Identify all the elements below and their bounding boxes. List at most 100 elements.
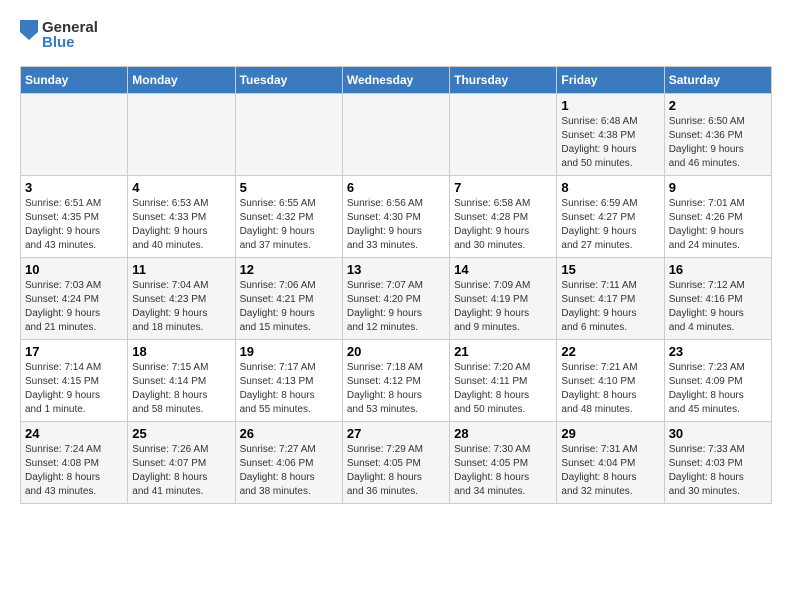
day-number: 11 [132, 262, 230, 277]
calendar-cell: 9Sunrise: 7:01 AM Sunset: 4:26 PM Daylig… [664, 176, 771, 258]
day-number: 21 [454, 344, 552, 359]
day-number: 30 [669, 426, 767, 441]
calendar-cell: 24 Sunrise: 7:24 AM Sunset: 4:08 PM Dayli… [21, 422, 128, 504]
day-info: Sunrise: 7:11 AM Sunset: 4:17 PM Dayligh… [561, 279, 659, 335]
column-header-friday: Friday [557, 67, 664, 94]
calendar-week-row: 1 Sunrise: 6:48 AM Sunset: 4:38 PM Daylig… [21, 94, 772, 176]
day-number: 18 [132, 344, 230, 359]
day-info: Sunrise: 7:23 AM Sunset: 4:09 PM Dayligh… [669, 361, 767, 417]
day-info: Sunrise: 7:33 AM Sunset: 4:03 PM Dayligh… [669, 443, 767, 499]
day-info: Sunrise: 7:24 AM Sunset: 4:08 PM Dayligh… [25, 443, 123, 499]
day-number: 26 [240, 426, 338, 441]
calendar-cell: 4Sunrise: 6:53 AM Sunset: 4:33 PM Daylig… [128, 176, 235, 258]
calendar-cell: 28 Sunrise: 7:30 AM Sunset: 4:05 PM Dayli… [450, 422, 557, 504]
calendar-cell: 16 Sunrise: 7:12 AM Sunset: 4:16 PM Dayli… [664, 258, 771, 340]
day-number: 13 [347, 262, 445, 277]
calendar-cell: 14Sunrise: 7:09 AM Sunset: 4:19 PM Dayli… [450, 258, 557, 340]
calendar-cell: 1 Sunrise: 6:48 AM Sunset: 4:38 PM Daylig… [557, 94, 664, 176]
day-info: Sunrise: 7:12 AM Sunset: 4:16 PM Dayligh… [669, 279, 767, 335]
day-number: 6 [347, 180, 445, 195]
day-number: 15 [561, 262, 659, 277]
calendar-cell: 12 Sunrise: 7:06 AM Sunset: 4:21 PM Dayli… [235, 258, 342, 340]
calendar-week-row: 3 Sunrise: 6:51 AM Sunset: 4:35 PM Daylig… [21, 176, 772, 258]
day-number: 16 [669, 262, 767, 277]
day-info: Sunrise: 6:48 AM Sunset: 4:38 PM Dayligh… [561, 115, 659, 171]
day-info: Sunrise: 7:21 AM Sunset: 4:10 PM Dayligh… [561, 361, 659, 417]
day-number: 29 [561, 426, 659, 441]
day-info: Sunrise: 7:07 AM Sunset: 4:20 PM Dayligh… [347, 279, 445, 335]
day-info: Sunrise: 6:59 AM Sunset: 4:27 PM Dayligh… [561, 197, 659, 253]
logo: GeneralBlue [20, 20, 98, 50]
calendar-cell [342, 94, 449, 176]
day-number: 24 [25, 426, 123, 441]
day-info: Sunrise: 7:20 AM Sunset: 4:11 PM Dayligh… [454, 361, 552, 417]
day-number: 14 [454, 262, 552, 277]
column-header-sunday: Sunday [21, 67, 128, 94]
day-number: 8 [561, 180, 659, 195]
day-info: Sunrise: 7:14 AM Sunset: 4:15 PM Dayligh… [25, 361, 123, 417]
day-info: Sunrise: 7:06 AM Sunset: 4:21 PM Dayligh… [240, 279, 338, 335]
calendar-cell [128, 94, 235, 176]
calendar-cell: 22 Sunrise: 7:21 AM Sunset: 4:10 PM Dayli… [557, 340, 664, 422]
calendar-cell: 19Sunrise: 7:17 AM Sunset: 4:13 PM Dayli… [235, 340, 342, 422]
calendar-cell: 20 Sunrise: 7:18 AM Sunset: 4:12 PM Dayli… [342, 340, 449, 422]
calendar-cell: 7 Sunrise: 6:58 AM Sunset: 4:28 PM Daylig… [450, 176, 557, 258]
calendar-cell: 29 Sunrise: 7:31 AM Sunset: 4:04 PM Dayli… [557, 422, 664, 504]
day-info: Sunrise: 7:27 AM Sunset: 4:06 PM Dayligh… [240, 443, 338, 499]
day-number: 17 [25, 344, 123, 359]
calendar-cell: 2 Sunrise: 6:50 AM Sunset: 4:36 PM Daylig… [664, 94, 771, 176]
calendar-cell [235, 94, 342, 176]
calendar-cell: 13 Sunrise: 7:07 AM Sunset: 4:20 PM Dayli… [342, 258, 449, 340]
calendar-cell: 17 Sunrise: 7:14 AM Sunset: 4:15 PM Dayli… [21, 340, 128, 422]
day-info: Sunrise: 7:31 AM Sunset: 4:04 PM Dayligh… [561, 443, 659, 499]
day-number: 5 [240, 180, 338, 195]
day-info: Sunrise: 7:04 AM Sunset: 4:23 PM Dayligh… [132, 279, 230, 335]
calendar-cell: 15 Sunrise: 7:11 AM Sunset: 4:17 PM Dayli… [557, 258, 664, 340]
column-header-wednesday: Wednesday [342, 67, 449, 94]
day-number: 27 [347, 426, 445, 441]
day-number: 22 [561, 344, 659, 359]
column-header-monday: Monday [128, 67, 235, 94]
calendar-week-row: 10Sunrise: 7:03 AM Sunset: 4:24 PM Dayli… [21, 258, 772, 340]
day-info: Sunrise: 7:17 AM Sunset: 4:13 PM Dayligh… [240, 361, 338, 417]
calendar-table: SundayMondayTuesdayWednesdayThursdayFrid… [20, 66, 772, 504]
day-info: Sunrise: 7:30 AM Sunset: 4:05 PM Dayligh… [454, 443, 552, 499]
calendar-header-row: SundayMondayTuesdayWednesdayThursdayFrid… [21, 67, 772, 94]
calendar-cell: 26 Sunrise: 7:27 AM Sunset: 4:06 PM Dayli… [235, 422, 342, 504]
day-info: Sunrise: 7:29 AM Sunset: 4:05 PM Dayligh… [347, 443, 445, 499]
day-info: Sunrise: 6:56 AM Sunset: 4:30 PM Dayligh… [347, 197, 445, 253]
column-header-thursday: Thursday [450, 67, 557, 94]
calendar-cell: 8 Sunrise: 6:59 AM Sunset: 4:27 PM Daylig… [557, 176, 664, 258]
calendar-cell: 10Sunrise: 7:03 AM Sunset: 4:24 PM Dayli… [21, 258, 128, 340]
calendar-cell: 27 Sunrise: 7:29 AM Sunset: 4:05 PM Dayli… [342, 422, 449, 504]
day-info: Sunrise: 6:50 AM Sunset: 4:36 PM Dayligh… [669, 115, 767, 171]
calendar-cell: 21 Sunrise: 7:20 AM Sunset: 4:11 PM Dayli… [450, 340, 557, 422]
day-number: 7 [454, 180, 552, 195]
page-header: GeneralBlue [20, 20, 772, 50]
day-number: 25 [132, 426, 230, 441]
day-number: 3 [25, 180, 123, 195]
calendar-week-row: 24 Sunrise: 7:24 AM Sunset: 4:08 PM Dayli… [21, 422, 772, 504]
day-number: 23 [669, 344, 767, 359]
day-number: 20 [347, 344, 445, 359]
calendar-cell: 11 Sunrise: 7:04 AM Sunset: 4:23 PM Dayli… [128, 258, 235, 340]
calendar-cell: 3 Sunrise: 6:51 AM Sunset: 4:35 PM Daylig… [21, 176, 128, 258]
day-info: Sunrise: 7:01 AM Sunset: 4:26 PM Dayligh… [669, 197, 767, 253]
day-number: 28 [454, 426, 552, 441]
day-info: Sunrise: 7:18 AM Sunset: 4:12 PM Dayligh… [347, 361, 445, 417]
day-number: 12 [240, 262, 338, 277]
day-number: 4 [132, 180, 230, 195]
calendar-cell [21, 94, 128, 176]
day-number: 2 [669, 98, 767, 113]
calendar-cell: 18Sunrise: 7:15 AM Sunset: 4:14 PM Dayli… [128, 340, 235, 422]
day-info: Sunrise: 6:51 AM Sunset: 4:35 PM Dayligh… [25, 197, 123, 253]
day-info: Sunrise: 6:55 AM Sunset: 4:32 PM Dayligh… [240, 197, 338, 253]
logo-arrow-icon [20, 20, 38, 50]
day-number: 1 [561, 98, 659, 113]
day-info: Sunrise: 6:58 AM Sunset: 4:28 PM Dayligh… [454, 197, 552, 253]
day-number: 10 [25, 262, 123, 277]
calendar-week-row: 17 Sunrise: 7:14 AM Sunset: 4:15 PM Dayli… [21, 340, 772, 422]
calendar-cell: 5 Sunrise: 6:55 AM Sunset: 4:32 PM Daylig… [235, 176, 342, 258]
column-header-tuesday: Tuesday [235, 67, 342, 94]
calendar-cell: 30 Sunrise: 7:33 AM Sunset: 4:03 PM Dayli… [664, 422, 771, 504]
